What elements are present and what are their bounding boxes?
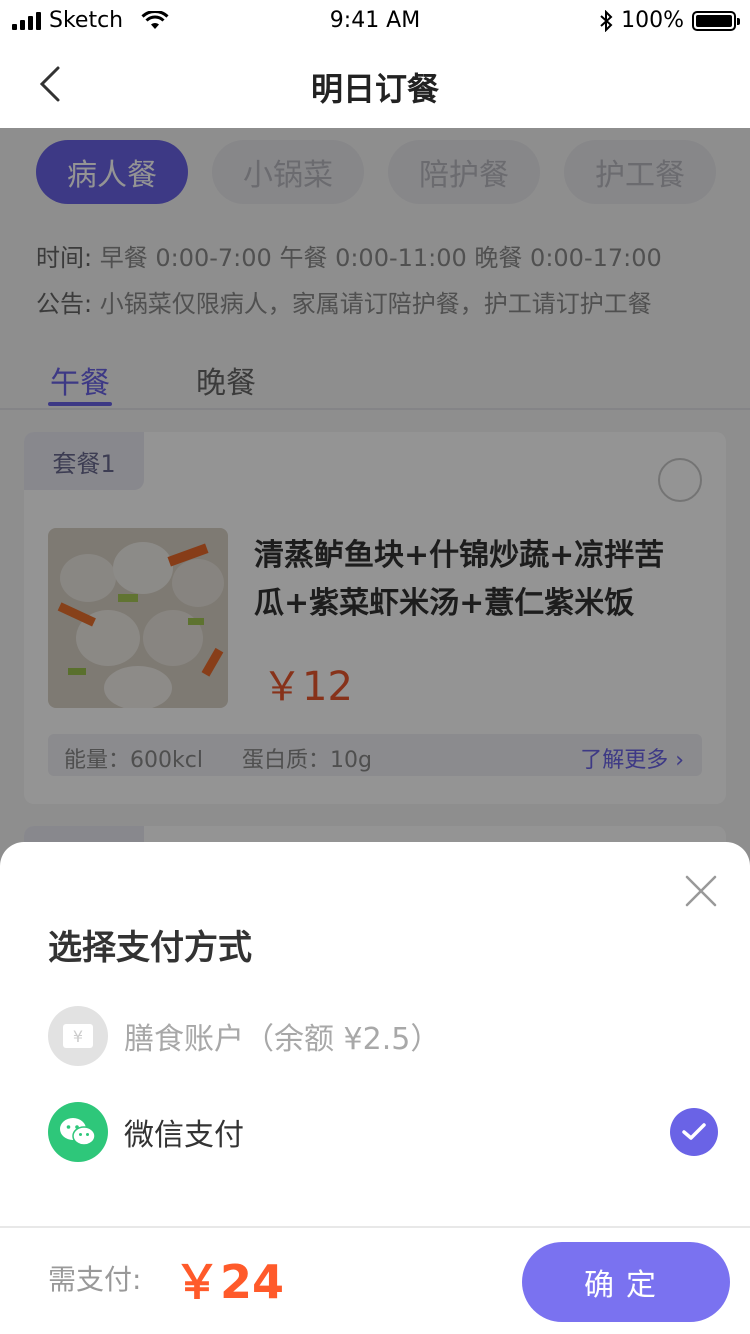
wechat-icon <box>48 1102 108 1162</box>
confirm-button[interactable]: 确定 <box>522 1242 730 1322</box>
payment-sheet: 选择支付方式 ¥ 膳食账户（余额 ¥2.5） 微信支付 需支付: ￥24 确定 <box>0 842 750 1334</box>
checkmark-icon[interactable] <box>670 1108 718 1156</box>
battery-percent: 100% <box>621 8 684 33</box>
pay-option-meal-account[interactable]: ¥ 膳食账户（余额 ¥2.5） <box>48 1006 718 1066</box>
sheet-footer: 需支付: ￥24 确定 <box>0 1226 750 1334</box>
total-amount: ￥24 <box>174 1255 285 1309</box>
wechat-label: 微信支付 <box>124 1118 244 1153</box>
battery-icon <box>692 10 740 31</box>
page-title: 明日订餐 <box>310 70 439 108</box>
close-icon[interactable] <box>684 874 718 908</box>
pay-option-wechat[interactable]: 微信支付 <box>48 1102 718 1162</box>
status-bar: Sketch 9:41 AM 100% <box>0 0 750 40</box>
svg-text:¥: ¥ <box>73 1027 83 1046</box>
nav-bar: 明日订餐 <box>0 40 750 128</box>
meal-account-label: 膳食账户（余额 ¥2.5） <box>124 1022 441 1057</box>
bluetooth-icon <box>600 9 613 32</box>
yen-card-icon: ¥ <box>48 1006 108 1066</box>
sheet-title: 选择支付方式 <box>48 928 252 968</box>
need-pay-label: 需支付: <box>48 1263 142 1296</box>
